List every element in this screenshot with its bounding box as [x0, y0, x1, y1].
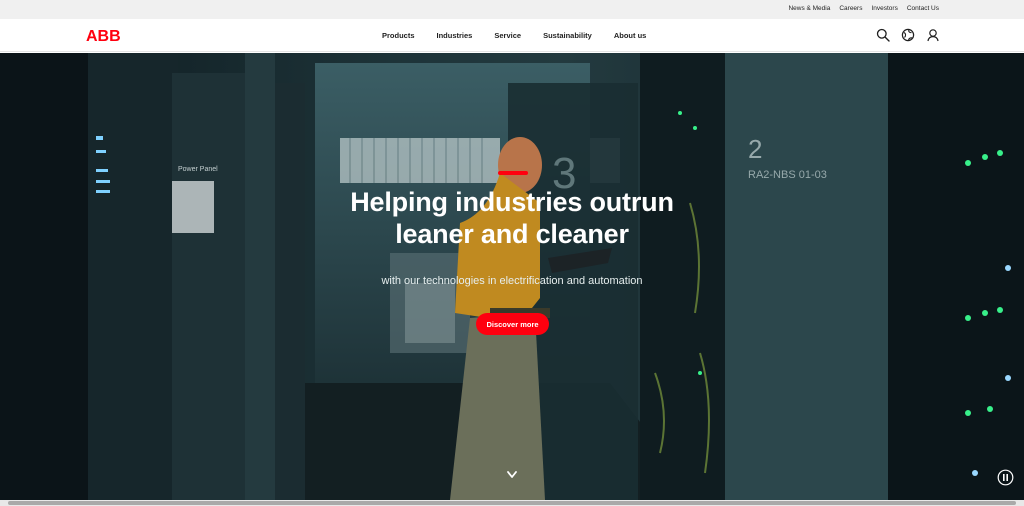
- rack-number-sign: 2: [748, 134, 762, 164]
- globe-icon[interactable]: [901, 28, 915, 42]
- investors-link[interactable]: Investors: [871, 5, 897, 12]
- utility-links: News & Media Careers Investors Contact U…: [788, 5, 939, 12]
- nav-icons: [876, 28, 940, 42]
- contact-us-link[interactable]: Contact Us: [907, 5, 939, 12]
- discover-more-button[interactable]: Discover more: [476, 313, 549, 335]
- logo-text: ABB: [86, 28, 121, 43]
- hero-subtitle: with our technologies in electrification…: [381, 275, 643, 287]
- hero-title: Helping industries outrun leaner and cle…: [312, 186, 712, 250]
- nav-sustainability[interactable]: Sustainability: [543, 31, 592, 40]
- chevron-down-icon[interactable]: [504, 469, 520, 481]
- user-icon[interactable]: [926, 28, 940, 42]
- abb-logo[interactable]: ABB: [86, 27, 124, 43]
- search-icon[interactable]: [876, 28, 890, 42]
- main-navigation: ABB Products Industries Service Sustaina…: [0, 19, 1024, 52]
- utility-bar: News & Media Careers Investors Contact U…: [0, 0, 1024, 19]
- hero-section: Power Panel 2 RA2-NBS 01-03 3 Helping in…: [0, 53, 1024, 500]
- nav-service[interactable]: Service: [494, 31, 521, 40]
- careers-link[interactable]: Careers: [839, 5, 862, 12]
- hero-title-line-1: Helping industries outrun: [350, 187, 674, 217]
- hero-title-line-2: leaner and cleaner: [395, 219, 629, 249]
- primary-nav: Products Industries Service Sustainabili…: [382, 31, 646, 40]
- news-media-link[interactable]: News & Media: [788, 5, 830, 12]
- hero-accent-line: [498, 171, 528, 175]
- scrollbar-thumb[interactable]: [8, 501, 1016, 505]
- nav-industries[interactable]: Industries: [437, 31, 473, 40]
- nav-products[interactable]: Products: [382, 31, 415, 40]
- nav-about-us[interactable]: About us: [614, 31, 647, 40]
- power-panel-sign: Power Panel: [178, 166, 218, 173]
- rack-label-sign: RA2-NBS 01-03: [748, 169, 827, 181]
- horizontal-scrollbar[interactable]: [0, 500, 1024, 506]
- pause-icon[interactable]: [997, 469, 1014, 486]
